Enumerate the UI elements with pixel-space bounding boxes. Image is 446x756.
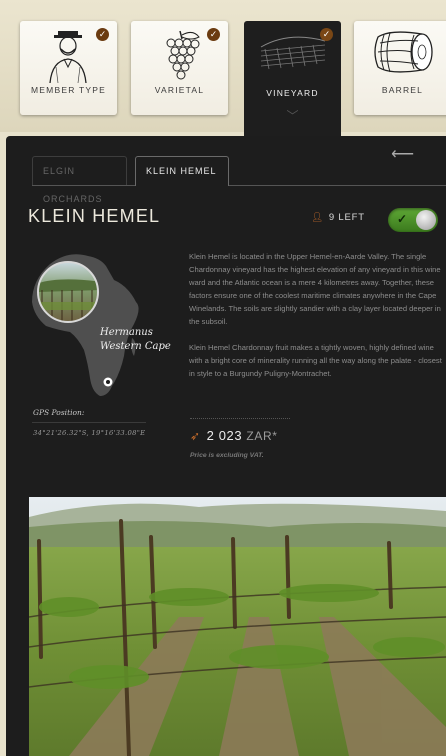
vineyard-icon (260, 36, 325, 70)
price-amount: 2 023 (206, 428, 243, 443)
checkmark-icon: ✓ (96, 28, 109, 41)
checkmark-icon: ✓ (320, 28, 333, 41)
category-card-member-type[interactable]: ✓ MEMBER TYPE (20, 21, 117, 115)
description-paragraph: Klein Hemel is located in the Upper Heme… (189, 252, 441, 326)
gentleman-icon (48, 31, 87, 83)
stock-indicator: 👤︎ 9 LEFT (311, 212, 365, 223)
toggle-knob[interactable] (416, 210, 436, 230)
grapes-icon (166, 30, 200, 80)
category-label: MEMBER TYPE (31, 85, 106, 95)
category-label: VINEYARD (266, 88, 319, 98)
location-town: Hermanus (100, 327, 153, 338)
vat-note: Price is excluding VAT. (190, 452, 264, 459)
stock-count: 9 LEFT (328, 212, 365, 223)
back-arrow-icon[interactable]: ⟵ (391, 144, 414, 164)
vineyard-description: Klein Hemel is located in the Upper Heme… (189, 250, 445, 393)
category-card-barrel[interactable]: BARREL (354, 21, 446, 115)
category-card-varietal[interactable]: ✓ VARIETAL (131, 21, 228, 115)
barrel-icon (373, 31, 433, 73)
vineyard-tabs: ELGIN ORCHARDS KLEIN HEMEL (32, 156, 446, 204)
checkmark-icon: ✓ (207, 28, 220, 41)
price-currency: ZAR* (246, 429, 278, 443)
location-region: Western Cape (100, 341, 171, 352)
gps-label: GPS Position: (33, 408, 85, 417)
gps-divider (32, 422, 146, 423)
category-card-vineyard[interactable]: ✓ VINEYARD ﹀ (244, 21, 341, 136)
price: ➶ 2 023 ZAR* (190, 428, 278, 443)
gps-value: 34°21'26.32"S, 19°16'33.08"E (33, 429, 146, 437)
category-label: BARREL (381, 85, 424, 95)
price-tag-icon: ➶ (190, 429, 201, 443)
tab-elgin-orchards[interactable]: ELGIN ORCHARDS (32, 156, 127, 204)
person-icon: 👤︎ (311, 212, 324, 223)
vineyard-detail-panel: ELGIN ORCHARDS KLEIN HEMEL ⟵ KLEIN HEMEL… (6, 136, 446, 756)
description-paragraph: Klein Hemel Chardonnay fruit makes a tig… (189, 343, 442, 378)
checkmark-icon: ✓ (397, 212, 408, 226)
category-label: VARIETAL (154, 85, 205, 95)
vineyard-photo (29, 497, 446, 756)
chevron-down-icon: ﹀ (286, 109, 299, 123)
price-divider (190, 418, 290, 419)
vineyard-title: KLEIN HEMEL (28, 206, 161, 226)
tab-klein-hemel[interactable]: KLEIN HEMEL (135, 156, 229, 186)
select-toggle[interactable]: ✓ (388, 208, 438, 232)
location-label: Hermanus Western Cape (100, 326, 180, 354)
